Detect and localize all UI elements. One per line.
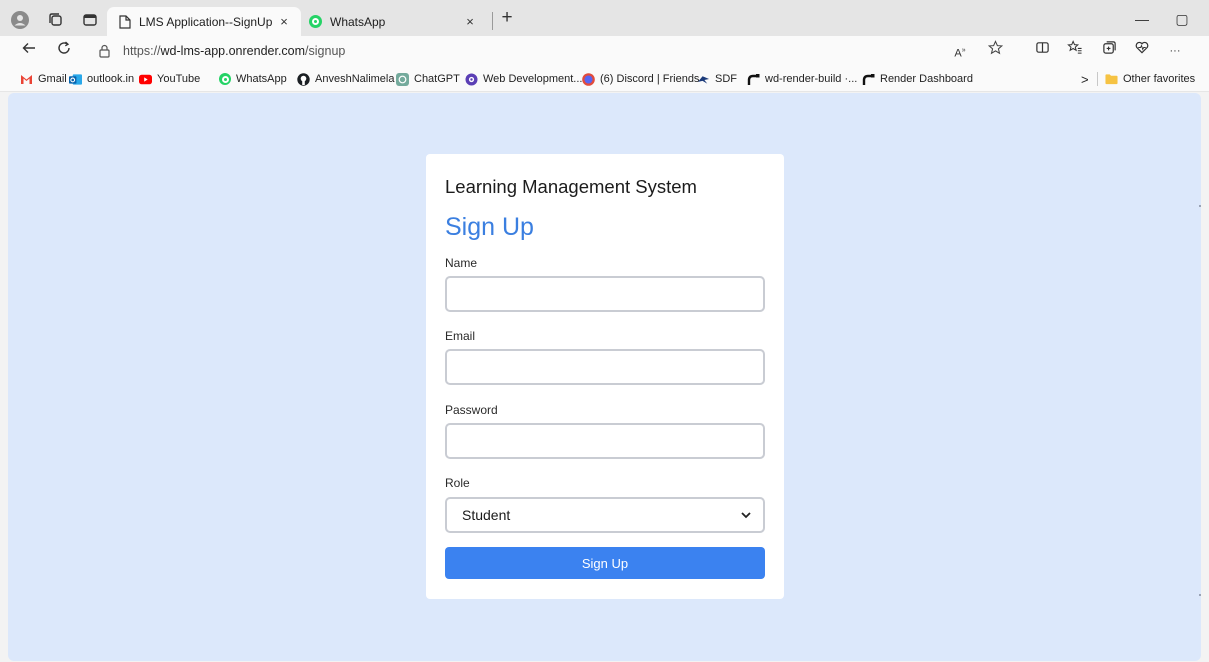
email-label: Email — [445, 329, 476, 343]
health-icon[interactable] — [1131, 40, 1153, 62]
youtube-icon — [139, 73, 152, 86]
favorite-whatsapp[interactable]: WhatsApp — [218, 71, 287, 87]
role-select[interactable]: Student — [445, 497, 765, 533]
favorite-discord[interactable]: (6) Discord | Friends — [582, 71, 699, 87]
tab-title: WhatsApp — [330, 14, 386, 29]
name-label: Name — [445, 256, 478, 270]
favorite-label: YouTube — [157, 73, 201, 85]
favorite-label: (6) Discord | Friends — [600, 73, 700, 85]
page-viewport: Learning Management System Sign Up Name … — [8, 93, 1201, 661]
close-tab-icon[interactable]: × — [275, 14, 293, 29]
favorite-render-dashboard[interactable]: Render Dashboard — [862, 71, 973, 87]
chevron-down-icon — [741, 511, 751, 518]
url-scheme: https:// — [123, 44, 161, 58]
favorite-label: ChatGPT — [414, 73, 460, 85]
gmail-icon — [20, 73, 33, 86]
site-info-icon[interactable] — [98, 44, 111, 63]
browser-toolbar: https://wd-lms-app.onrender.com/signup A… — [0, 36, 1209, 66]
favorite-youtube[interactable]: YouTube — [139, 71, 200, 87]
workspaces-icon[interactable] — [45, 9, 67, 31]
whatsapp-icon — [218, 73, 231, 86]
github-icon — [297, 72, 310, 86]
signup-card: Learning Management System Sign Up Name … — [426, 154, 784, 599]
favorite-chatgpt[interactable]: ChatGPT — [396, 71, 460, 87]
favorite-label: outlook.in — [87, 73, 135, 85]
chatgpt-icon — [396, 72, 409, 86]
back-icon[interactable] — [18, 40, 40, 62]
scrollbar-marker — [1199, 205, 1201, 207]
favorite-label: Web Development... — [483, 73, 583, 85]
password-input[interactable] — [445, 423, 765, 459]
favorite-label: SDF — [715, 73, 737, 85]
favorite-web-development[interactable]: Web Development... — [465, 71, 582, 87]
favorite-label: Render Dashboard — [880, 73, 973, 85]
role-label: Role — [445, 476, 470, 490]
address-bar[interactable]: https://wd-lms-app.onrender.com/signup — [88, 40, 1008, 62]
favorite-github[interactable]: AnveshNalimela — [297, 71, 394, 87]
collections-icon[interactable] — [1098, 40, 1120, 62]
sdf-icon — [697, 73, 710, 86]
favorite-label: AnveshNalimela — [315, 73, 395, 85]
favorites-divider — [1097, 72, 1098, 86]
favorite-wd-render-build[interactable]: wd-render-build ·... — [747, 71, 857, 87]
discord-icon — [582, 72, 595, 86]
tab-title: LMS Application--SignUp Page — [139, 14, 275, 29]
web-dev-icon — [465, 73, 478, 86]
restore-button[interactable]: ▢ — [1172, 9, 1192, 29]
tab-whatsapp[interactable]: WhatsApp × — [303, 7, 487, 36]
close-tab-icon[interactable]: × — [461, 14, 479, 29]
page-icon — [119, 14, 131, 29]
tab-lms-signup[interactable]: LMS Application--SignUp Page × — [107, 7, 301, 36]
favorites-icon[interactable] — [1064, 40, 1086, 62]
favorite-star-icon[interactable] — [984, 40, 1006, 62]
password-label: Password — [445, 403, 498, 417]
read-aloud-icon[interactable]: A» — [949, 40, 971, 62]
favorites-overflow-chevron-icon[interactable]: > — [1081, 71, 1089, 87]
url-path: /signup — [305, 44, 346, 58]
favorite-sdf[interactable]: SDF — [697, 71, 737, 87]
url-text: https://wd-lms-app.onrender.com/signup — [123, 44, 345, 58]
other-favorites-label: Other favorites — [1123, 73, 1196, 85]
scrollbar-marker — [1199, 594, 1201, 596]
other-favorites-folder[interactable]: Other favorites — [1105, 71, 1195, 87]
page-title: Sign Up — [445, 213, 534, 241]
favorite-label: Gmail — [38, 73, 67, 85]
signup-button[interactable]: Sign Up — [445, 547, 765, 579]
render-icon — [747, 73, 760, 86]
favorites-bar: Gmail outlook.in YouTube WhatsApp Anvesh… — [0, 66, 1209, 92]
vertical-tabs-icon[interactable] — [79, 9, 101, 31]
favorite-label: wd-render-build ·... — [765, 73, 858, 85]
folder-icon — [1105, 73, 1118, 86]
minimize-button[interactable]: — — [1132, 9, 1152, 29]
favorite-label: WhatsApp — [236, 73, 287, 85]
whatsapp-icon — [309, 15, 322, 28]
more-icon[interactable]: ··· — [1164, 40, 1186, 62]
favorite-outlook[interactable]: outlook.in — [69, 71, 134, 87]
refresh-icon[interactable] — [53, 40, 75, 62]
url-host: wd-lms-app.onrender.com — [160, 44, 306, 58]
tab-divider — [492, 12, 493, 30]
new-tab-button[interactable]: + — [496, 8, 518, 30]
app-heading: Learning Management System — [445, 176, 697, 197]
tab-strip: LMS Application--SignUp Page × WhatsApp … — [0, 0, 1209, 36]
split-screen-icon[interactable] — [1031, 40, 1053, 62]
outlook-icon — [69, 73, 82, 86]
render-icon — [862, 73, 875, 86]
role-selected-value: Student — [462, 507, 511, 523]
email-input[interactable] — [445, 349, 765, 385]
name-input[interactable] — [445, 276, 765, 312]
profile-icon[interactable] — [9, 9, 31, 31]
favorite-gmail[interactable]: Gmail — [20, 71, 67, 87]
